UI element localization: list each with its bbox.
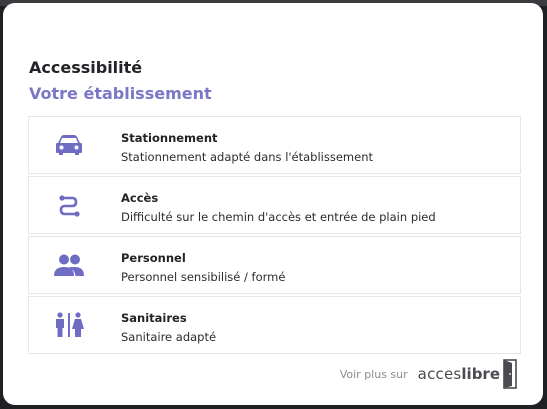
item-label: Accès xyxy=(121,191,159,205)
item-description: Stationnement adapté dans l'établissemen… xyxy=(121,150,374,164)
see-more-text: Voir plus sur xyxy=(339,367,408,381)
people-icon xyxy=(53,251,85,279)
car-icon xyxy=(53,131,85,159)
item-description: Personnel sensibilisé / formé xyxy=(121,270,286,284)
item-label: Stationnement xyxy=(121,131,218,145)
accessibility-list: Stationnement Stationnement adapté dans … xyxy=(28,116,521,356)
list-item-sanitaires: Sanitaires Sanitaire adapté xyxy=(28,296,521,354)
door-icon xyxy=(503,359,517,389)
brand-part-libre: libre xyxy=(461,365,500,383)
item-description: Difficulté sur le chemin d'accès et entr… xyxy=(121,210,436,224)
restroom-icon xyxy=(53,311,85,339)
item-label: Personnel xyxy=(121,251,186,265)
modal-subtitle: Votre établissement xyxy=(29,84,212,103)
accessibility-modal: Accessibilité Votre établissement Statio… xyxy=(3,3,543,405)
modal-title: Accessibilité xyxy=(29,58,143,77)
list-item-personnel: Personnel Personnel sensibilisé / formé xyxy=(28,236,521,294)
path-icon xyxy=(53,191,85,219)
item-description: Sanitaire adapté xyxy=(121,330,217,344)
list-item-acces: Accès Difficulté sur le chemin d'accès e… xyxy=(28,176,521,234)
item-label: Sanitaires xyxy=(121,311,187,325)
acceslibre-logo[interactable]: acces libre xyxy=(418,359,517,389)
list-item-stationnement: Stationnement Stationnement adapté dans … xyxy=(28,116,521,174)
acceslibre-footer-link[interactable]: Voir plus sur acces libre xyxy=(340,357,517,391)
brand-part-acces: acces xyxy=(417,365,462,383)
